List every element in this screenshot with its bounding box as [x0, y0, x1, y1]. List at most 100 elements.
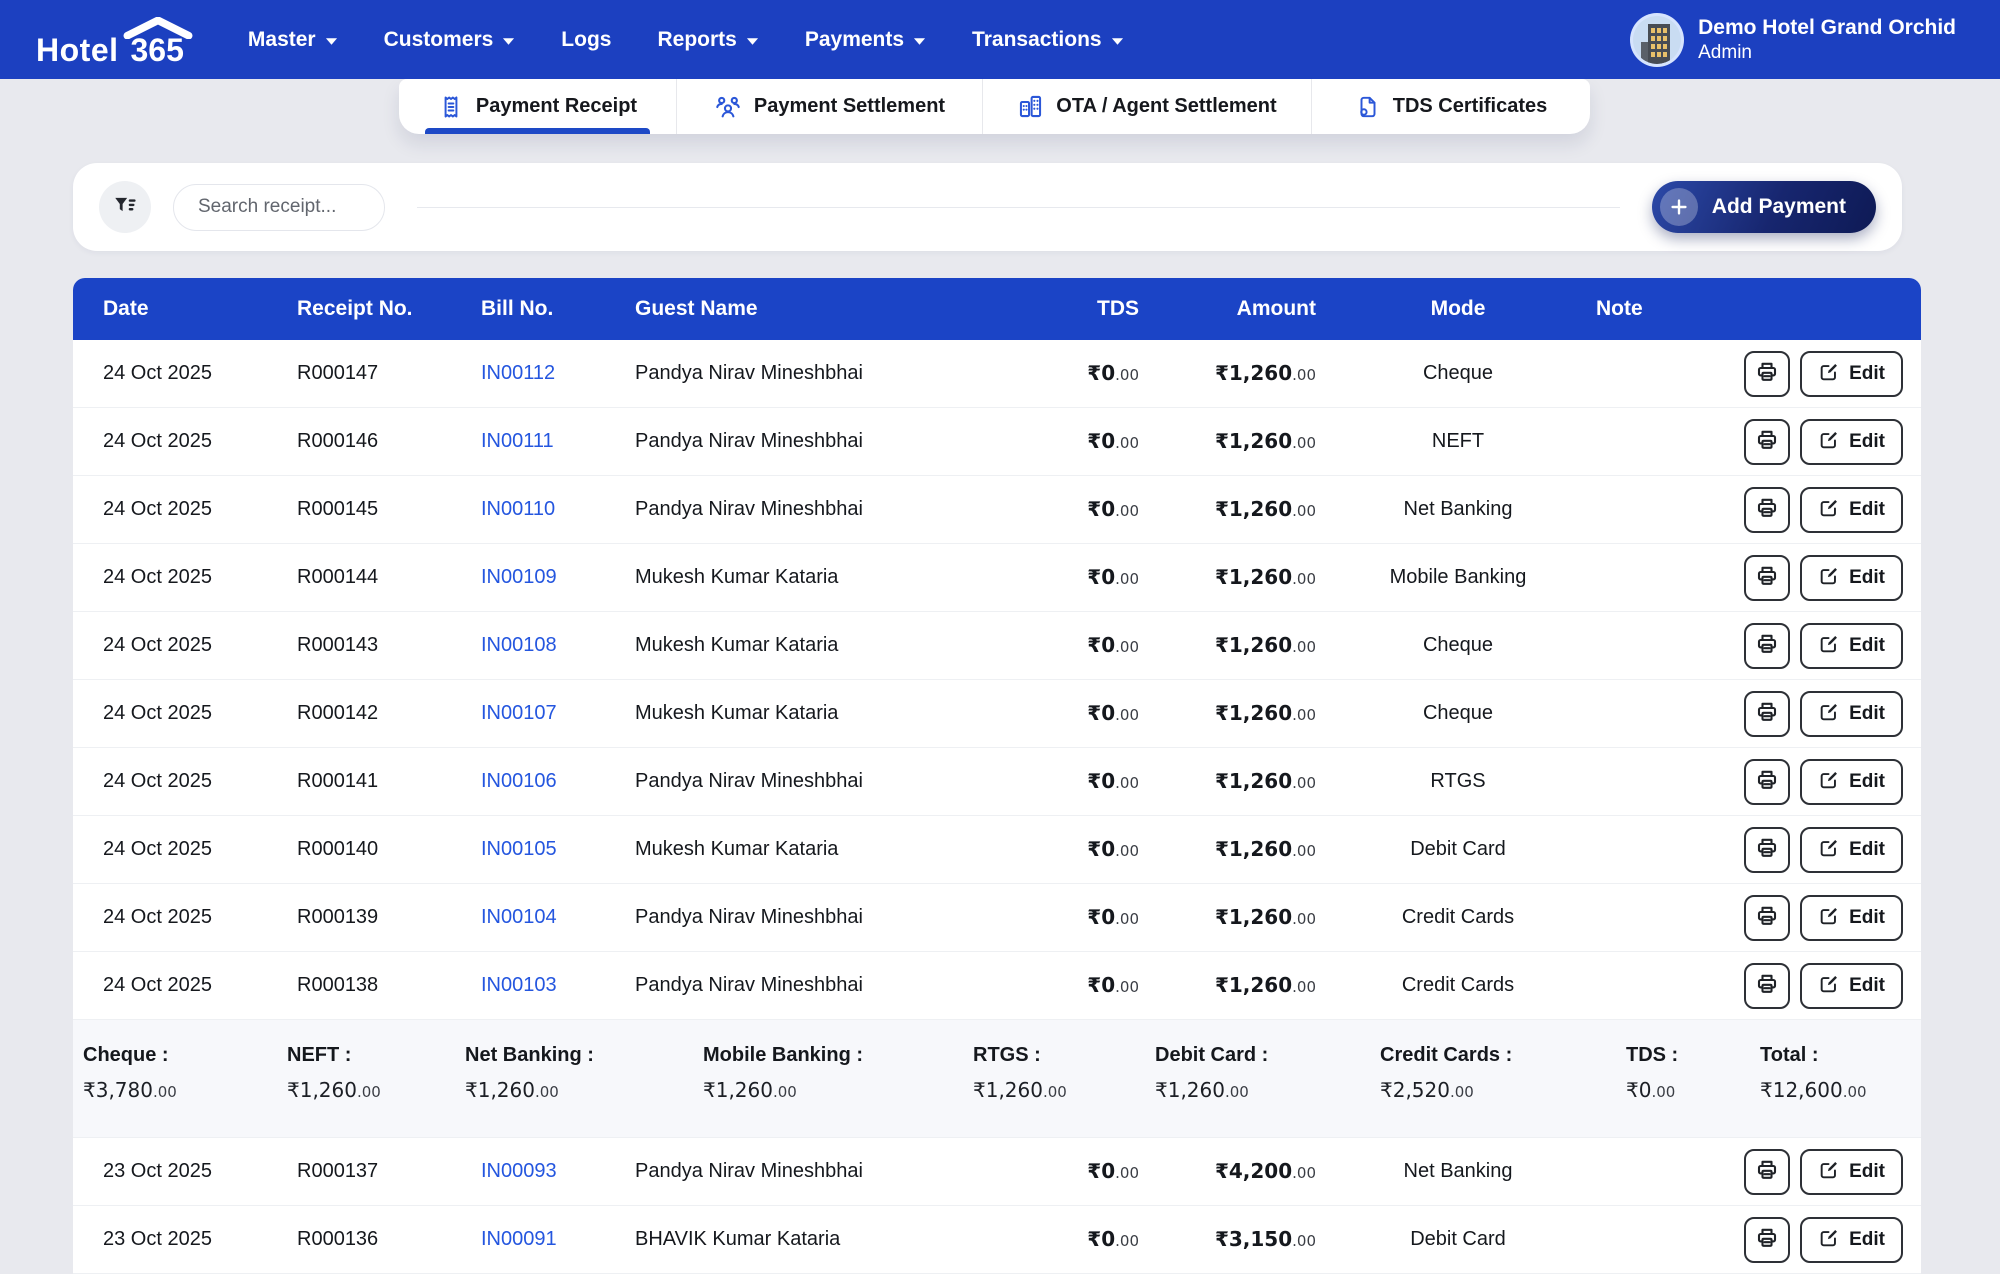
tab-ota-agent-settlement[interactable]: OTA / Agent Settlement	[982, 79, 1311, 134]
bill-link[interactable]: IN00091	[481, 1228, 557, 1250]
cell-amount: ₹1,260.00	[1143, 361, 1320, 386]
bill-link[interactable]: IN00111	[481, 430, 554, 452]
edit-button[interactable]: Edit	[1800, 351, 1903, 397]
cell-date: 24 Oct 2025	[73, 974, 297, 997]
nav-item-master[interactable]: Master	[248, 28, 338, 52]
summary-item-neft: NEFT :₹1,260.00	[287, 1044, 465, 1137]
print-button[interactable]	[1744, 827, 1790, 873]
cell-amount: ₹4,200.00	[1143, 1159, 1320, 1184]
amount-decimal: .00	[153, 1083, 177, 1101]
amount-decimal: .00	[1292, 1232, 1316, 1250]
cell-date: 24 Oct 2025	[73, 702, 297, 725]
add-payment-button[interactable]: Add Payment	[1652, 181, 1876, 233]
bill-link[interactable]: IN00110	[481, 498, 555, 520]
nav-item-transactions[interactable]: Transactions	[972, 28, 1124, 52]
print-button[interactable]	[1744, 487, 1790, 533]
print-button[interactable]	[1744, 419, 1790, 465]
amount-decimal: .00	[1292, 910, 1316, 928]
amount-main: ₹1,260	[1215, 565, 1292, 589]
amount-decimal: .00	[1292, 366, 1316, 384]
user-chip[interactable]: Demo Hotel Grand Orchid Admin	[1630, 13, 1956, 67]
edit-pencil-square-icon	[1818, 633, 1840, 658]
cell-bill-no: IN00109	[481, 566, 635, 589]
bill-link[interactable]: IN00107	[481, 702, 557, 724]
edit-button[interactable]: Edit	[1800, 1149, 1903, 1195]
edit-pencil-square-icon	[1818, 701, 1840, 726]
cell-date: 23 Oct 2025	[73, 1160, 297, 1183]
amount-main: ₹0	[1087, 565, 1115, 589]
print-button[interactable]	[1744, 895, 1790, 941]
print-button[interactable]	[1744, 1217, 1790, 1263]
edit-button[interactable]: Edit	[1800, 759, 1903, 805]
print-button[interactable]	[1744, 691, 1790, 737]
caret-down-icon	[913, 37, 926, 46]
edit-button[interactable]: Edit	[1800, 827, 1903, 873]
bill-link[interactable]: IN00109	[481, 566, 557, 588]
edit-button[interactable]: Edit	[1800, 623, 1903, 669]
edit-button[interactable]: Edit	[1800, 555, 1903, 601]
edit-label: Edit	[1849, 907, 1885, 929]
cell-receipt-no: R000141	[297, 770, 481, 793]
nav-item-payments[interactable]: Payments	[805, 28, 926, 52]
bill-link[interactable]: IN00103	[481, 974, 557, 996]
table-header: DateReceipt No.Bill No.Guest NameTDSAmou…	[73, 278, 1921, 340]
bill-link[interactable]: IN00108	[481, 634, 557, 656]
edit-pencil-square-icon	[1818, 769, 1840, 794]
edit-label: Edit	[1849, 839, 1885, 861]
amount-main: ₹1,260	[1215, 633, 1292, 657]
edit-button[interactable]: Edit	[1800, 691, 1903, 737]
cell-actions: Edit	[1733, 419, 1921, 465]
summary-item-credit-cards: Credit Cards :₹2,520.00	[1380, 1044, 1626, 1137]
amount-decimal: .00	[1115, 978, 1139, 996]
bill-link[interactable]: IN00106	[481, 770, 557, 792]
print-button[interactable]	[1744, 351, 1790, 397]
edit-label: Edit	[1849, 567, 1885, 589]
nav-item-reports[interactable]: Reports	[657, 28, 758, 52]
printer-icon	[1755, 700, 1779, 727]
cell-mode: Credit Cards	[1320, 974, 1596, 997]
edit-button[interactable]: Edit	[1800, 895, 1903, 941]
edit-button[interactable]: Edit	[1800, 963, 1903, 1009]
amount-decimal: .00	[1450, 1083, 1474, 1101]
search-input[interactable]	[173, 184, 385, 231]
print-button[interactable]	[1744, 555, 1790, 601]
bill-link[interactable]: IN00112	[481, 362, 555, 384]
edit-button[interactable]: Edit	[1800, 1217, 1903, 1263]
header-cell-note: Note	[1596, 297, 1733, 321]
table-row: 24 Oct 2025R000145IN00110Pandya Nirav Mi…	[73, 476, 1921, 544]
cell-guest-name: Mukesh Kumar Kataria	[635, 634, 1023, 657]
bill-link[interactable]: IN00105	[481, 838, 557, 860]
print-button[interactable]	[1744, 963, 1790, 1009]
print-button[interactable]	[1744, 759, 1790, 805]
edit-button[interactable]: Edit	[1800, 419, 1903, 465]
nav-item-customers[interactable]: Customers	[384, 28, 516, 52]
amount-decimal: .00	[1292, 1164, 1316, 1182]
cell-guest-name: BHAVIK Kumar Kataria	[635, 1228, 1023, 1251]
amount-decimal: .00	[1292, 638, 1316, 656]
cell-amount: ₹1,260.00	[1143, 701, 1320, 726]
brand-logo[interactable]: Hotel 365	[36, 12, 186, 68]
tab-tds-certificates[interactable]: TDS Certificates	[1311, 79, 1590, 134]
amount-main: ₹1,260	[1215, 497, 1292, 521]
cell-receipt-no: R000147	[297, 362, 481, 385]
tab-payment-settlement[interactable]: Payment Settlement	[676, 79, 982, 134]
amount-main: ₹0	[1087, 633, 1115, 657]
bill-link[interactable]: IN00104	[481, 906, 557, 928]
cell-amount: ₹1,260.00	[1143, 633, 1320, 658]
print-button[interactable]	[1744, 623, 1790, 669]
summary-label: NEFT :	[287, 1044, 465, 1067]
summary-label: Total :	[1760, 1044, 1921, 1067]
edit-button[interactable]: Edit	[1800, 487, 1903, 533]
bill-link[interactable]: IN00093	[481, 1160, 557, 1182]
printer-icon	[1755, 496, 1779, 523]
cell-mode: Debit Card	[1320, 838, 1596, 861]
summary-value: ₹1,260.00	[1155, 1078, 1380, 1103]
summary-item-cheque: Cheque :₹3,780.00	[83, 1044, 287, 1137]
summary-label: Net Banking :	[465, 1044, 703, 1067]
filter-button[interactable]	[99, 181, 151, 233]
cell-receipt-no: R000139	[297, 906, 481, 929]
print-button[interactable]	[1744, 1149, 1790, 1195]
nav-item-logs[interactable]: Logs	[561, 28, 611, 52]
tab-payment-receipt[interactable]: Payment Receipt	[399, 79, 676, 134]
cell-tds: ₹0.00	[1023, 973, 1143, 998]
